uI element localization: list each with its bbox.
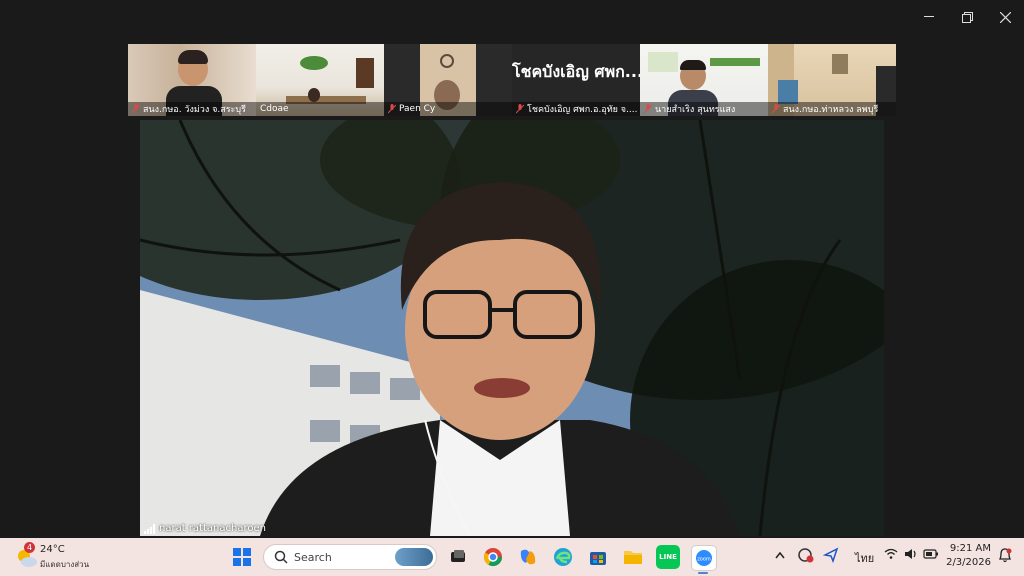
search-icon <box>274 550 288 564</box>
search-placeholder: Search <box>294 550 332 564</box>
show-hidden-icons[interactable] <box>775 549 785 562</box>
participant-strip: สนง.กษอ. วังม่วง จ.สระบุรี Cdoae Paen Cy… <box>128 44 896 116</box>
input-language[interactable]: ไทย <box>855 549 874 567</box>
participant-display-name: โชคบังเอิญ ศพก.... <box>512 62 640 81</box>
close-icon <box>999 11 1011 23</box>
active-speaker-video[interactable]: narat rattanacharoen <box>140 120 884 536</box>
battery-icon[interactable] <box>923 548 939 563</box>
participant-tile[interactable]: Paen Cy <box>384 44 512 116</box>
participant-tile[interactable]: นายสำเริง สุนทรแสง <box>640 44 768 116</box>
system-clock[interactable]: 9:21 AM 2/3/2026 <box>946 542 991 570</box>
participant-name-label: สนง.กษอ. วังม่วง จ.สระบุรี <box>143 105 246 115</box>
mic-muted-icon <box>644 104 652 114</box>
participant-tile[interactable]: สนง.กษอ. วังม่วง จ.สระบุรี <box>128 44 256 116</box>
mic-muted-icon <box>772 104 780 114</box>
notification-badge: 4 <box>24 542 35 553</box>
participant-name: Paen Cy <box>384 102 512 116</box>
paper-plane-icon <box>822 547 839 564</box>
taskbar-search[interactable]: Search <box>263 544 437 570</box>
zoom-icon[interactable]: zoom <box>691 545 717 571</box>
wifi-icon[interactable] <box>884 548 898 563</box>
participant-name: นายสำเริง สุนทรแสง <box>640 102 768 116</box>
copilot-icon[interactable] <box>516 545 540 569</box>
search-highlight-image <box>395 548 433 566</box>
file-explorer-icon[interactable] <box>621 545 645 569</box>
participant-name: สนง.กษอ. วังม่วง จ.สระบุรี <box>128 102 256 116</box>
signal-strength-icon <box>144 523 155 534</box>
mic-muted-icon <box>388 104 396 114</box>
security-icon <box>798 548 814 563</box>
weather-widget[interactable]: 4 24°C มีแดดบางส่วน <box>14 542 124 572</box>
speaker-name-label: narat rattanacharoen <box>159 523 266 534</box>
speaker-name-tag: narat rattanacharoen <box>144 523 266 534</box>
weather-temp: 24°C <box>40 544 65 555</box>
mic-muted-icon <box>132 104 140 114</box>
participant-tile[interactable]: โชคบังเอิญ ศพก.... โชคบังเอิญ ศพก.อ.อุทั… <box>512 44 640 116</box>
weather-desc: มีแดดบางส่วน <box>40 560 90 569</box>
participant-tile[interactable]: Cdoae <box>256 44 384 116</box>
bell-icon <box>998 548 1012 563</box>
mic-muted-icon <box>516 104 524 114</box>
taskbar: 4 24°C มีแดดบางส่วน Search LINE zoom ไทย… <box>0 538 1024 576</box>
edge-icon[interactable] <box>551 545 575 569</box>
store-icon[interactable] <box>586 545 610 569</box>
participant-name-label: สนง.กษอ.ท่าหลวง ลพบุรี <box>783 105 879 115</box>
tray-app-icon-2[interactable] <box>822 547 839 566</box>
minimize-icon <box>924 16 934 17</box>
chevron-up-icon <box>775 551 785 559</box>
window-controls <box>910 0 1024 34</box>
notifications-button[interactable] <box>998 547 1012 566</box>
volume-icon[interactable] <box>904 548 918 563</box>
restore-button[interactable] <box>948 0 986 34</box>
minimize-button[interactable] <box>910 0 948 34</box>
participant-tile[interactable]: สนง.กษอ.ท่าหลวง ลพบุรี <box>768 44 896 116</box>
windows-icon <box>233 548 251 566</box>
clock-time: 9:21 AM <box>949 543 991 554</box>
participant-name-label: โชคบังเอิญ ศพก.อ.อุทัย จ.... <box>527 105 638 115</box>
chrome-icon[interactable] <box>481 545 505 569</box>
participant-name: โชคบังเอิญ ศพก.อ.อุทัย จ.... <box>512 102 640 116</box>
active-app-indicator <box>698 572 708 574</box>
restore-icon <box>961 11 973 23</box>
svg-text:zoom: zoom <box>697 557 711 563</box>
clock-date: 2/3/2026 <box>946 557 991 568</box>
close-button[interactable] <box>986 0 1024 34</box>
task-view-icon[interactable] <box>446 545 470 569</box>
participant-name-label: Cdoae <box>260 104 289 114</box>
tray-app-icon[interactable] <box>798 547 814 566</box>
speaker-video-feed <box>140 120 884 536</box>
line-icon[interactable]: LINE <box>656 545 680 569</box>
participant-name-label: Paen Cy <box>399 104 436 114</box>
participant-name: Cdoae <box>256 102 384 116</box>
start-button[interactable] <box>230 545 254 569</box>
participant-name: สนง.กษอ.ท่าหลวง ลพบุรี <box>768 102 896 116</box>
participant-name-label: นายสำเริง สุนทรแสง <box>655 105 736 115</box>
